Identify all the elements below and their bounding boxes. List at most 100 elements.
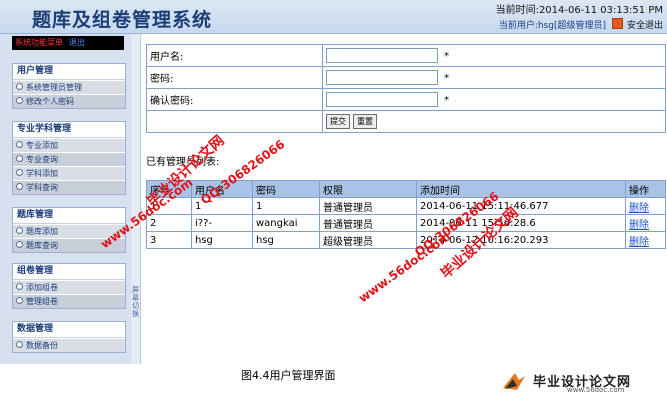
sidebar-toggle-handle[interactable]: 屏幕切换 xyxy=(131,34,141,364)
cell-index: 2 xyxy=(146,214,192,232)
table-row: 2 i??- wangkai 普通管理员 2014-06-11 15:56:28… xyxy=(146,214,666,232)
confirm-password-cell: * xyxy=(322,88,666,111)
sidebar-item-major-query[interactable]: 专业查询 xyxy=(13,152,125,166)
sidebar-item-label: 专业添加 xyxy=(26,141,58,150)
menu-exit-link[interactable]: 退出 xyxy=(69,38,85,47)
column-header: 添加时间 xyxy=(416,180,626,198)
bullet-icon xyxy=(16,97,23,104)
sidebar-item-label: 学科查询 xyxy=(26,183,58,192)
sidebar-item-label: 专业查询 xyxy=(26,155,58,164)
confirm-password-label: 确认密码: xyxy=(146,88,323,111)
sidebar-item-label: 题库查询 xyxy=(26,241,58,250)
cell-username: hsg xyxy=(191,231,253,249)
admin-table: 序号 用户名 密码 权限 添加时间 操作 1 1 1 普通管理员 2014-06… xyxy=(146,180,666,249)
current-time: 当前时间:2014-06-11 03:13:51 PM xyxy=(495,5,663,16)
bullet-icon xyxy=(16,141,23,148)
sidebar-item-label: 添加组卷 xyxy=(26,283,58,292)
sidebar-item-subject-add[interactable]: 学科添加 xyxy=(13,166,125,180)
sidebar-item-bank-query[interactable]: 题库查询 xyxy=(13,238,125,252)
column-header: 密码 xyxy=(252,180,320,198)
sidebar-item-label: 系统管理员管理 xyxy=(26,83,82,92)
sidebar-item-admin-manage[interactable]: 系统管理员管理 xyxy=(13,80,125,94)
sidebar-item-label: 数据备份 xyxy=(26,341,58,350)
group-title: 专业学科管理 xyxy=(13,122,125,138)
figure-caption: 图4.4用户管理界面 xyxy=(241,369,336,382)
cell-username: 1 xyxy=(191,197,253,215)
app-title: 题库及组卷管理系统 xyxy=(32,9,213,31)
logout-link[interactable]: 安全退出 xyxy=(627,21,663,31)
user-info: 当前用户:hsg[超级管理员] 安全退出 xyxy=(499,18,663,31)
column-header: 权限 xyxy=(319,180,417,198)
group-title: 数据管理 xyxy=(13,322,125,338)
sidebar-toggle-label: 屏幕切换 xyxy=(132,286,139,318)
column-header: 操作 xyxy=(625,180,666,198)
delete-link[interactable]: 删除 xyxy=(625,231,666,249)
sidebar-item-bank-add[interactable]: 题库添加 xyxy=(13,224,125,238)
required-mark: * xyxy=(444,72,449,84)
group-title: 用户管理 xyxy=(13,64,125,80)
bullet-icon xyxy=(16,169,23,176)
current-user: 当前用户:hsg[超级管理员] xyxy=(498,21,606,31)
menu-title: 系统功能菜单 xyxy=(15,38,63,47)
cell-username: i??- xyxy=(191,214,253,232)
sidebar-item-data-backup[interactable]: 数据备份 xyxy=(13,338,125,352)
bullet-icon xyxy=(16,227,23,234)
username-cell: * xyxy=(322,44,666,67)
bullet-icon xyxy=(16,341,23,348)
group-title: 组卷管理 xyxy=(13,264,125,280)
submit-button[interactable]: 提交 xyxy=(326,114,350,129)
cell-created: 2014-06-12 10:16:20.293 xyxy=(416,231,626,249)
group-data-management: 数据管理 数据备份 xyxy=(12,321,126,353)
cell-index: 1 xyxy=(146,197,192,215)
required-mark: * xyxy=(444,94,449,106)
cell-password: hsg xyxy=(252,231,320,249)
group-paper-management: 组卷管理 添加组卷 管理组卷 xyxy=(12,263,126,309)
reset-button[interactable]: 重置 xyxy=(353,114,377,129)
bullet-icon xyxy=(16,183,23,190)
sidebar: 系统功能菜单 退出 用户管理 系统管理员管理 修改个人密码 专业学科管理 专业添加… xyxy=(0,34,132,364)
cell-role: 超级管理员 xyxy=(319,231,417,249)
column-header: 用户名 xyxy=(191,180,253,198)
sidebar-item-paper-add[interactable]: 添加组卷 xyxy=(13,280,125,294)
sidebar-item-paper-manage[interactable]: 管理组卷 xyxy=(13,294,125,308)
cell-created: 2014-06-11 15:11:46.677 xyxy=(416,197,626,215)
sidebar-item-label: 题库添加 xyxy=(26,227,58,236)
password-cell: * xyxy=(322,66,666,89)
cell-created: 2014-06-11 15:56:28.6 xyxy=(416,214,626,232)
confirm-password-input[interactable] xyxy=(326,92,438,107)
username-label: 用户名: xyxy=(146,44,323,67)
group-title: 题库管理 xyxy=(13,208,125,224)
site-logo: 毕业设计论文网 www.56doc.com xyxy=(501,370,661,394)
table-row: 3 hsg hsg 超级管理员 2014-06-12 10:16:20.293 … xyxy=(146,231,666,249)
table-header-row: 序号 用户名 密码 权限 添加时间 操作 xyxy=(146,180,666,198)
group-user-management: 用户管理 系统管理员管理 修改个人密码 xyxy=(12,63,126,109)
group-major-management: 专业学科管理 专业添加 专业查询 学科添加 学科查询 xyxy=(12,121,126,195)
bullet-icon xyxy=(16,297,23,304)
sidebar-item-major-add[interactable]: 专业添加 xyxy=(13,138,125,152)
sidebar-item-label: 修改个人密码 xyxy=(26,97,74,106)
sidebar-item-label: 学科添加 xyxy=(26,169,58,178)
cell-password: 1 xyxy=(252,197,320,215)
delete-link[interactable]: 删除 xyxy=(625,197,666,215)
table-row: 1 1 1 普通管理员 2014-06-11 15:11:46.677 删除 xyxy=(146,197,666,215)
logo-subtext: www.56doc.com xyxy=(567,386,625,394)
admin-list-title: 已有管理员列表: xyxy=(146,157,220,168)
sidebar-item-change-password[interactable]: 修改个人密码 xyxy=(13,94,125,108)
menu-bar: 系统功能菜单 退出 xyxy=(12,36,124,50)
password-input[interactable] xyxy=(326,70,438,85)
bullet-icon xyxy=(16,155,23,162)
column-header: 序号 xyxy=(146,180,192,198)
sidebar-item-subject-query[interactable]: 学科查询 xyxy=(13,180,125,194)
button-row-spacer xyxy=(146,110,323,133)
bullet-icon xyxy=(16,241,23,248)
add-admin-form: 用户名: * 密码: * 确认密码: * 提交 重置 xyxy=(146,44,666,133)
sidebar-item-label: 管理组卷 xyxy=(26,297,58,306)
logo-mark-icon xyxy=(503,373,525,390)
group-bank-management: 题库管理 题库添加 题库查询 xyxy=(12,207,126,253)
cell-role: 普通管理员 xyxy=(319,214,417,232)
cell-role: 普通管理员 xyxy=(319,197,417,215)
delete-link[interactable]: 删除 xyxy=(625,214,666,232)
username-input[interactable] xyxy=(326,48,438,63)
required-mark: * xyxy=(444,50,449,62)
logout-icon xyxy=(611,18,623,29)
